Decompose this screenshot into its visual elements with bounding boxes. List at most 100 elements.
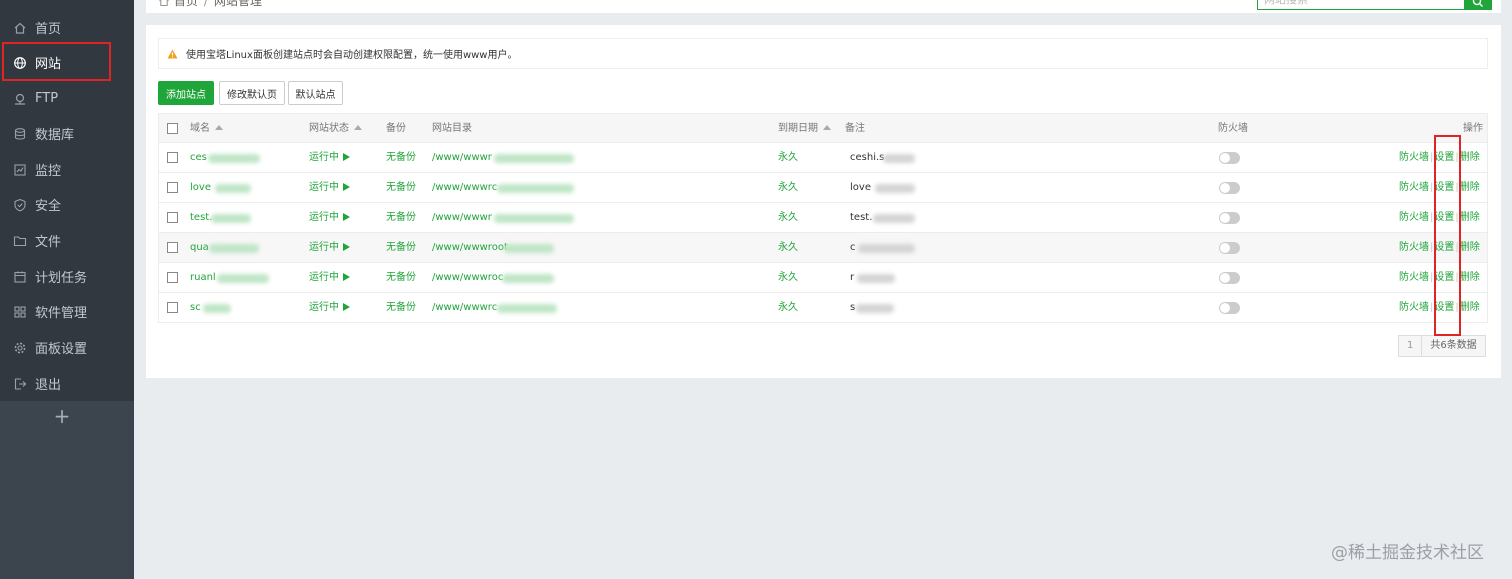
- firewall-toggle[interactable]: [1219, 302, 1240, 314]
- row-note[interactable]: ceshi.s: [850, 143, 884, 173]
- sidebar-item-home[interactable]: 首页: [0, 10, 134, 45]
- row-backup[interactable]: 无备份: [386, 173, 416, 203]
- sidebar-item-software[interactable]: 软件管理: [0, 294, 134, 329]
- select-all-checkbox[interactable]: [167, 123, 178, 134]
- delete-link[interactable]: 删除: [1460, 302, 1480, 313]
- row-expire[interactable]: 永久: [778, 203, 798, 233]
- delete-link[interactable]: 删除: [1460, 152, 1480, 163]
- settings-link[interactable]: 设置: [1434, 242, 1454, 253]
- sites-table: 域名 网站状态 备份 网站目录 到期日期 备注 防火墙 操作 ces 运行中 无…: [158, 113, 1488, 323]
- row-status[interactable]: 运行中: [309, 173, 350, 203]
- row-root[interactable]: /www/wwwroc: [432, 263, 503, 293]
- row-domain[interactable]: sc: [190, 293, 201, 323]
- row-root[interactable]: /www/wwwr: [432, 203, 492, 233]
- row-domain[interactable]: love: [190, 173, 211, 203]
- row-domain[interactable]: qua: [190, 233, 209, 263]
- row-domain[interactable]: ruanl: [190, 263, 216, 293]
- row-root[interactable]: /www/wwwr: [432, 143, 492, 173]
- watermark: @稀土掘金技术社区: [1331, 543, 1484, 563]
- settings-link[interactable]: 设置: [1434, 272, 1454, 283]
- firewall-link[interactable]: 防火墙: [1399, 302, 1429, 313]
- row-checkbox[interactable]: [167, 272, 178, 283]
- settings-link[interactable]: 设置: [1434, 152, 1454, 163]
- sidebar-item-label: 安全: [35, 199, 62, 214]
- row-backup[interactable]: 无备份: [386, 203, 416, 233]
- sidebar-item-label: 面板设置: [35, 342, 88, 357]
- settings-link[interactable]: 设置: [1434, 302, 1454, 313]
- home-icon: [13, 21, 27, 35]
- search-input[interactable]: 网站搜索: [1257, 0, 1466, 10]
- row-note[interactable]: r: [850, 263, 854, 293]
- firewall-toggle[interactable]: [1219, 212, 1240, 224]
- row-status[interactable]: 运行中: [309, 233, 350, 263]
- row-backup[interactable]: 无备份: [386, 233, 416, 263]
- row-expire[interactable]: 永久: [778, 263, 798, 293]
- row-backup[interactable]: 无备份: [386, 263, 416, 293]
- row-checkbox[interactable]: [167, 212, 178, 223]
- delete-link[interactable]: 删除: [1460, 272, 1480, 283]
- row-root[interactable]: /www/wwwrc: [432, 173, 497, 203]
- row-note[interactable]: test.: [850, 203, 872, 233]
- row-root[interactable]: /www/wwwroot: [432, 233, 508, 263]
- row-status[interactable]: 运行中: [309, 263, 350, 293]
- sidebar-item-cron[interactable]: 计划任务: [0, 259, 134, 294]
- default-site-button[interactable]: 默认站点: [288, 81, 343, 105]
- table-row: love 运行中 无备份 /www/wwwrc 永久 love 防火墙|设置|删…: [158, 173, 1488, 203]
- row-domain[interactable]: ces: [190, 143, 207, 173]
- sidebar-item-security[interactable]: 安全: [0, 187, 134, 222]
- row-domain[interactable]: test.: [190, 203, 212, 233]
- row-backup[interactable]: 无备份: [386, 143, 416, 173]
- sidebar-item-ftp[interactable]: FTP: [0, 81, 134, 116]
- row-note[interactable]: love: [850, 173, 871, 203]
- firewall-link[interactable]: 防火墙: [1399, 152, 1429, 163]
- row-expire[interactable]: 永久: [778, 143, 798, 173]
- edit-default-page-button[interactable]: 修改默认页: [219, 81, 285, 105]
- firewall-link[interactable]: 防火墙: [1399, 272, 1429, 283]
- sidebar-item-database[interactable]: 数据库: [0, 116, 134, 151]
- firewall-link[interactable]: 防火墙: [1399, 212, 1429, 223]
- row-expire[interactable]: 永久: [778, 293, 798, 323]
- row-checkbox[interactable]: [167, 302, 178, 313]
- header-expire[interactable]: 到期日期: [778, 114, 831, 144]
- page-number[interactable]: 1: [1399, 336, 1423, 356]
- add-shortcut-button[interactable]: +: [52, 405, 72, 427]
- breadcrumb-home-icon[interactable]: [158, 0, 174, 8]
- row-note[interactable]: s: [850, 293, 855, 323]
- breadcrumb-home[interactable]: 首页: [174, 0, 198, 8]
- delete-link[interactable]: 删除: [1460, 212, 1480, 223]
- search-button[interactable]: [1464, 0, 1492, 10]
- firewall-link[interactable]: 防火墙: [1399, 182, 1429, 193]
- row-status[interactable]: 运行中: [309, 293, 350, 323]
- sidebar-item-website[interactable]: 网站: [0, 45, 134, 80]
- sidebar-item-monitor[interactable]: 监控: [0, 152, 134, 187]
- delete-link[interactable]: 删除: [1460, 182, 1480, 193]
- firewall-toggle[interactable]: [1219, 272, 1240, 284]
- header-status[interactable]: 网站状态: [309, 114, 362, 144]
- row-status[interactable]: 运行中: [309, 143, 350, 173]
- delete-link[interactable]: 删除: [1460, 242, 1480, 253]
- row-backup[interactable]: 无备份: [386, 293, 416, 323]
- row-checkbox[interactable]: [167, 182, 178, 193]
- firewall-link[interactable]: 防火墙: [1399, 242, 1429, 253]
- row-root[interactable]: /www/wwwrc: [432, 293, 497, 323]
- settings-link[interactable]: 设置: [1434, 212, 1454, 223]
- redaction: [215, 184, 251, 193]
- firewall-toggle[interactable]: [1219, 152, 1240, 164]
- row-expire[interactable]: 永久: [778, 233, 798, 263]
- add-site-button[interactable]: 添加站点: [158, 81, 214, 105]
- firewall-toggle[interactable]: [1219, 182, 1240, 194]
- row-expire[interactable]: 永久: [778, 173, 798, 203]
- sidebar-item-label: FTP: [35, 91, 59, 106]
- sidebar-item-settings[interactable]: 面板设置: [0, 330, 134, 365]
- firewall-toggle[interactable]: [1219, 242, 1240, 254]
- header-domain[interactable]: 域名: [190, 114, 223, 144]
- row-checkbox[interactable]: [167, 242, 178, 253]
- sidebar-item-label: 监控: [35, 164, 62, 179]
- sidebar-item-logout[interactable]: 退出: [0, 366, 134, 401]
- row-checkbox[interactable]: [167, 152, 178, 163]
- row-status[interactable]: 运行中: [309, 203, 350, 233]
- header-backup: 备份: [386, 123, 406, 134]
- sidebar-item-files[interactable]: 文件: [0, 223, 134, 258]
- row-note[interactable]: c: [850, 233, 856, 263]
- settings-link[interactable]: 设置: [1434, 182, 1454, 193]
